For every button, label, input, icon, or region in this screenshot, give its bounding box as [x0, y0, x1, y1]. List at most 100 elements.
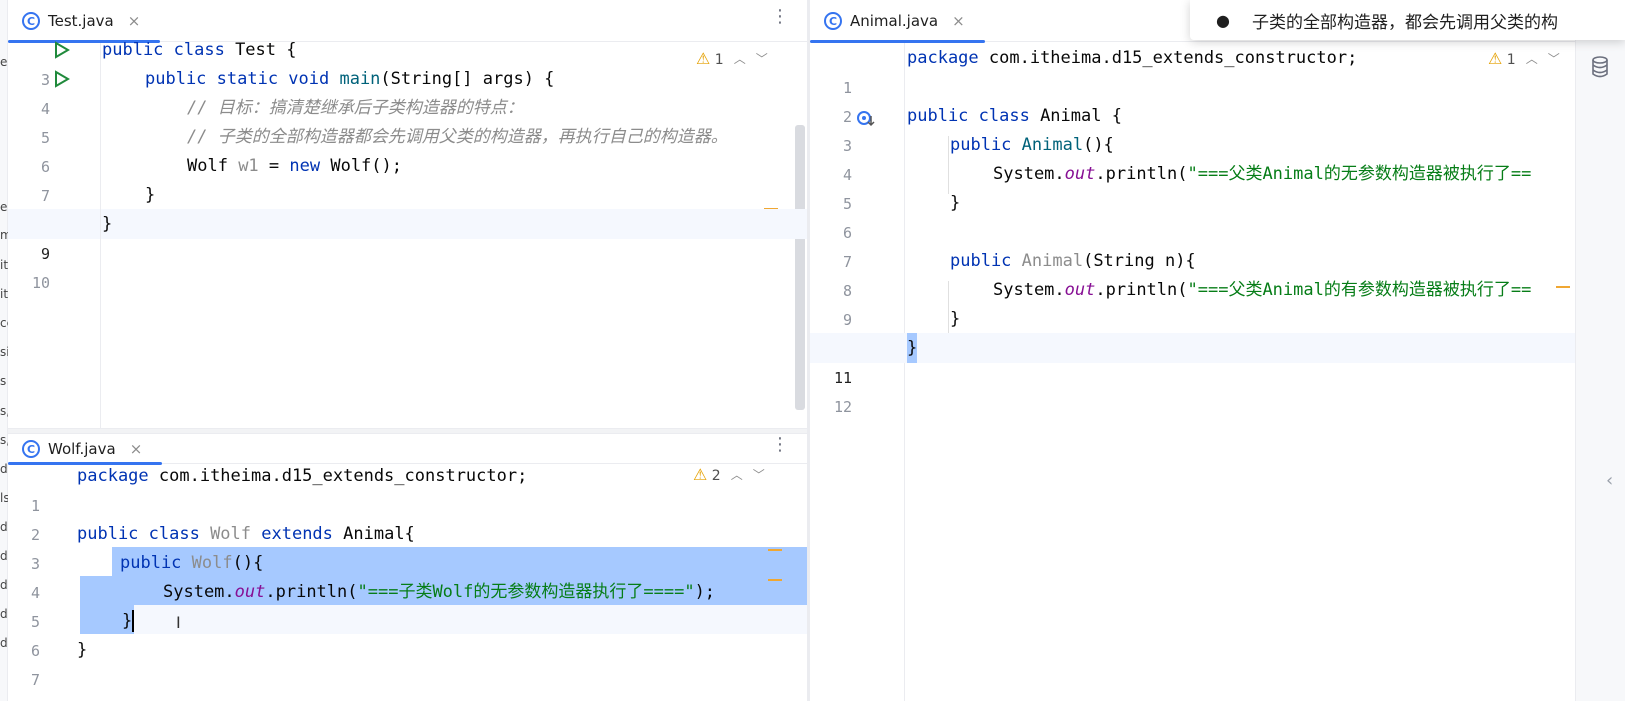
strip-char: it — [0, 258, 9, 272]
field-name: out — [1064, 164, 1096, 184]
code-line: 3 public class Animal { — [810, 101, 1575, 155]
code-line: 2 — [8, 490, 807, 544]
tab-animal-java[interactable]: C Animal.java × — [810, 0, 985, 43]
line-number: 7 — [30, 671, 40, 689]
close-icon[interactable]: × — [130, 440, 143, 458]
collapse-chevron-icon[interactable]: ‹ — [1606, 470, 1613, 491]
keyword: public — [950, 251, 1012, 271]
more-options-icon[interactable]: ⋮ — [771, 8, 789, 26]
class-icon: C — [824, 12, 842, 30]
code-text: System. — [163, 582, 235, 602]
string-literal: "===子类Wolf的无参数构造器执行了====" — [357, 582, 695, 602]
string-literal: "===父类Animal的无参数构造器被执行了== — [1187, 164, 1532, 184]
close-icon[interactable]: × — [128, 12, 141, 30]
code-line: 12 — [810, 362, 1575, 416]
warning-count: 1 — [1506, 52, 1516, 68]
code-line: 6 } I — [8, 606, 807, 660]
note-text: 子类的全部构造器，都会先调用父类的构 — [1251, 12, 1558, 33]
code-editor[interactable]: ⚠ 2 ︿ ﹀ 1 package com.itheima.d15_extend… — [8, 465, 807, 701]
warning-count: 2 — [711, 468, 721, 484]
code-text: (String n){ — [1083, 251, 1196, 271]
code-line: 8 } — [8, 180, 807, 234]
close-icon[interactable]: × — [952, 12, 965, 30]
code-editor[interactable]: ⚠ 1 ︿ ﹀ 1 package com.itheima.d15_extend… — [810, 43, 1575, 701]
line-number: 12 — [833, 398, 852, 416]
code-text: Wolf(); — [320, 156, 402, 176]
right-tool-strip: ‹ — [1575, 0, 1625, 701]
code-line-current: 11 } — [810, 333, 1575, 387]
code-text: (){ — [232, 553, 264, 573]
warning-icon: ⚠ — [1488, 49, 1503, 68]
code-text: .println( — [1095, 280, 1188, 300]
code-line: 7 — [810, 217, 1575, 271]
code-text: } — [145, 185, 156, 205]
code-text: Animal{ — [332, 524, 415, 544]
gutter-divider — [100, 43, 101, 428]
code-text: Test { — [224, 40, 297, 60]
editor-pane-wolf: C Wolf.java × ⋮ ⚠ 2 ︿ ﹀ 1 package com.it… — [8, 434, 807, 701]
constructor-name: Animal — [1011, 135, 1084, 155]
keyword: public — [950, 135, 1012, 155]
class-icon: C — [22, 440, 40, 458]
code-line: 1 package com.itheima.d15_extends_constr… — [810, 43, 1575, 97]
chevron-up-icon[interactable]: ︿ — [734, 50, 746, 67]
code-text: com.itheima.d15_extends_constructor; — [148, 466, 528, 486]
code-text: ); — [694, 582, 716, 602]
code-text: Animal { — [1029, 106, 1122, 126]
code-line-current: 9 } — [8, 209, 807, 263]
inspection-widget[interactable]: ⚠ 2 ︿ ﹀ — [693, 465, 765, 484]
code-text: = — [258, 156, 290, 176]
method-name: main — [329, 69, 381, 89]
code-text: System. — [993, 164, 1065, 184]
strip-char: e — [0, 55, 8, 69]
code-text: } — [950, 193, 961, 213]
code-line: 4 public Animal(){ — [810, 130, 1575, 184]
code-line: 8 public Animal(String n){ — [810, 246, 1575, 300]
keyword: public class — [907, 106, 1030, 126]
chevron-down-icon[interactable]: ﹀ — [753, 466, 765, 483]
keyword: extends — [251, 524, 333, 544]
tab-bar: C Wolf.java × ⋮ — [8, 434, 807, 465]
comment: // 子类的全部构造器都会先调用父类的构造器，再执行自己的构造器。 — [187, 127, 728, 147]
code-line: 6 // 子类的全部构造器都会先调用父类的构造器，再执行自己的构造器。 — [8, 122, 807, 176]
left-tool-strip: e e m it it cc si s s, s, ds ls ds ds ds… — [0, 0, 14, 701]
code-text: } — [950, 309, 961, 329]
code-text: } — [122, 611, 133, 631]
code-text: } — [77, 640, 88, 660]
code-line: 6 } — [810, 188, 1575, 242]
warning-icon: ⚠ — [693, 465, 708, 484]
constructor-name: Wolf — [181, 553, 233, 573]
line-number: 10 — [31, 274, 50, 292]
mouse-ibeam-cursor: I — [176, 613, 181, 632]
keyword: public — [120, 553, 182, 573]
chevron-down-icon[interactable]: ﹀ — [1548, 50, 1560, 67]
database-icon[interactable] — [1591, 56, 1609, 78]
tab-title: Animal.java — [850, 12, 939, 30]
text-caret — [132, 610, 134, 632]
code-text: .println( — [265, 582, 358, 602]
overlay-note: ● 子类的全部构造器，都会先调用父类的构 — [1190, 0, 1625, 40]
more-options-icon[interactable]: ⋮ — [771, 436, 789, 454]
inspection-widget[interactable]: ⚠ 1 ︿ ﹀ — [696, 49, 768, 68]
code-line: 5 System.out.println("===父类Animal的无参数构造器… — [810, 159, 1575, 213]
keyword: public class — [102, 40, 225, 60]
keyword: package — [907, 48, 979, 68]
keyword: public static void — [145, 69, 330, 89]
tab-title: Wolf.java — [48, 440, 116, 458]
tab-wolf-java[interactable]: C Wolf.java × — [8, 434, 163, 465]
field-name: out — [1064, 280, 1096, 300]
code-line: 5 // 目标：搞清楚继承后子类构造器的特点： — [8, 93, 807, 147]
chevron-down-icon[interactable]: ﹀ — [756, 50, 768, 67]
tab-title: Test.java — [48, 12, 114, 30]
class-name: Wolf — [199, 524, 252, 544]
editor-pane-animal: C Animal.java × ⚠ 1 ︿ ﹀ 1 package com.it… — [810, 0, 1575, 701]
code-text: System. — [993, 280, 1065, 300]
warning-count: 1 — [714, 52, 724, 68]
chevron-up-icon[interactable]: ︿ — [731, 466, 743, 483]
inspection-widget[interactable]: ⚠ 1 ︿ ﹀ — [1488, 49, 1560, 68]
code-text: } — [102, 214, 113, 234]
code-editor[interactable]: ⚠ 1 ︿ ﹀ 3 public class Test { 4 public s… — [8, 40, 807, 428]
constructor-name: Animal — [1011, 251, 1084, 271]
code-line: 5 System.out.println("===子类Wolf的无参数构造器执行… — [8, 577, 807, 631]
chevron-up-icon[interactable]: ︿ — [1526, 50, 1538, 67]
